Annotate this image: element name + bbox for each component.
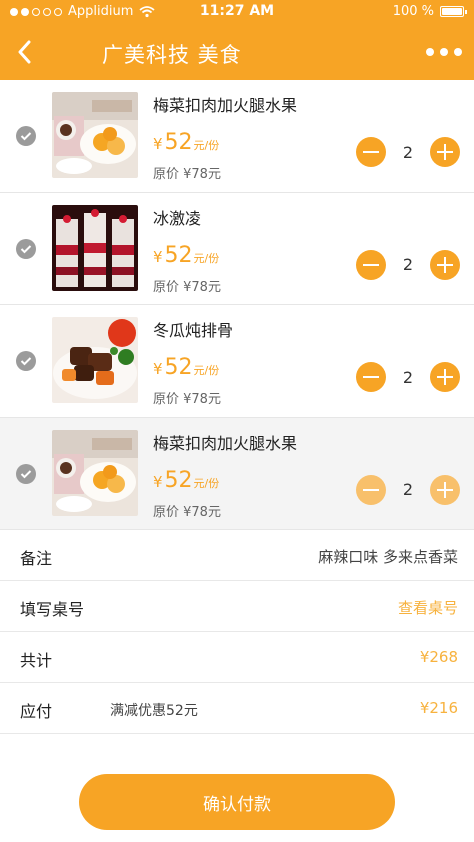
checkmark-icon [20, 244, 32, 253]
payable-value: ¥216 [419, 699, 458, 717]
back-button[interactable] [8, 34, 40, 70]
page-title: 广美科技 美食 [102, 43, 242, 67]
food-image [52, 317, 138, 403]
plus-icon [437, 256, 453, 273]
minus-icon [363, 376, 379, 378]
select-checkbox[interactable] [16, 238, 36, 259]
original-price: 原价 ¥78元 [153, 504, 221, 520]
quantity-stepper: 2 [356, 474, 460, 505]
food-image [52, 92, 138, 178]
quantity-value: 2 [402, 367, 414, 387]
select-checkbox[interactable] [16, 463, 36, 484]
increase-button[interactable] [430, 249, 460, 280]
food-image [52, 204, 138, 291]
payable-row: 应付 满减优惠52元 ¥216 [0, 683, 474, 734]
cart-item-list: 梅菜扣肉加火腿水果 ¥ 52 元/份 原价 ¥78元 2 冰激凌 ¥ 52 元/… [0, 80, 474, 530]
more-options-button[interactable] [426, 42, 462, 62]
item-price: ¥ 52 元/份 [153, 355, 220, 380]
remark-value: 麻辣口味 多来点香菜 [318, 548, 458, 566]
plus-icon [437, 144, 453, 160]
battery-icon [440, 6, 467, 17]
checkmark-icon [20, 132, 32, 141]
item-price: ¥ 52 元/份 [153, 242, 220, 268]
checkmark-icon [20, 357, 32, 366]
confirm-pay-button[interactable]: 确认付款 [79, 774, 395, 830]
quantity-value: 2 [402, 480, 414, 499]
item-name: 冰激凌 [153, 208, 202, 228]
status-bar: Applidium 11:27 AM 100 % [0, 0, 474, 24]
nav-bar: 广美科技 美食 [0, 24, 474, 80]
quantity-stepper: 2 [356, 137, 460, 167]
total-label: 共计 [20, 651, 53, 670]
total-value: ¥268 [419, 648, 458, 666]
increase-button[interactable] [430, 362, 460, 392]
item-price: ¥ 52 元/份 [153, 130, 220, 155]
total-row: 共计 ¥268 [0, 632, 474, 683]
item-price: ¥ 52 元/份 [153, 467, 220, 493]
view-table-link[interactable]: 查看桌号 [398, 597, 458, 618]
select-checkbox[interactable] [16, 351, 36, 371]
table-number-label: 填写桌号 [20, 600, 85, 619]
cart-item: 冬瓜炖排骨 ¥ 52 元/份 原价 ¥78元 2 [0, 305, 474, 418]
quantity-value: 2 [402, 255, 414, 274]
discount-text: 满减优惠52元 [110, 703, 198, 719]
minus-icon [363, 263, 379, 266]
food-image [52, 429, 138, 516]
decrease-button[interactable] [356, 474, 386, 505]
item-name: 梅菜扣肉加火腿水果 [153, 433, 298, 453]
remark-row[interactable]: 备注 麻辣口味 多来点香菜 [0, 530, 474, 581]
minus-icon [363, 151, 379, 153]
decrease-button[interactable] [356, 137, 386, 167]
chevron-left-icon [18, 40, 31, 64]
minus-icon [363, 488, 379, 491]
item-name: 冬瓜炖排骨 [153, 321, 234, 340]
original-price: 原价 ¥78元 [153, 392, 221, 407]
payable-label: 应付 [20, 702, 53, 721]
quantity-stepper: 2 [356, 249, 460, 280]
select-checkbox[interactable] [16, 126, 36, 146]
increase-button[interactable] [430, 137, 460, 167]
app-header: Applidium 11:27 AM 100 % 广美科技 美食 [0, 0, 474, 80]
original-price: 原价 ¥78元 [153, 279, 221, 295]
more-dot-icon [454, 48, 462, 56]
battery-percent: 100 % [392, 4, 434, 19]
plus-icon [437, 369, 453, 385]
cart-item: 梅菜扣肉加火腿水果 ¥ 52 元/份 原价 ¥78元 2 [0, 417, 474, 530]
more-dot-icon [426, 48, 434, 56]
battery-info: 100 % [392, 4, 467, 19]
cart-item: 冰激凌 ¥ 52 元/份 原价 ¥78元 2 [0, 192, 474, 305]
checkmark-icon [20, 469, 32, 478]
item-name: 梅菜扣肉加火腿水果 [153, 96, 298, 115]
cart-item: 梅菜扣肉加火腿水果 ¥ 52 元/份 原价 ¥78元 2 [0, 80, 474, 193]
plus-icon [437, 481, 453, 498]
decrease-button[interactable] [356, 249, 386, 280]
quantity-value: 2 [402, 142, 414, 162]
decrease-button[interactable] [356, 362, 386, 392]
original-price: 原价 ¥78元 [153, 167, 221, 182]
order-summary: 备注 麻辣口味 多来点香菜 填写桌号 查看桌号 共计 ¥268 应付 满减优惠5… [0, 530, 474, 734]
increase-button[interactable] [430, 474, 460, 505]
table-number-row[interactable]: 填写桌号 查看桌号 [0, 581, 474, 632]
remark-label: 备注 [20, 549, 53, 568]
quantity-stepper: 2 [356, 362, 460, 392]
more-dot-icon [440, 48, 448, 56]
